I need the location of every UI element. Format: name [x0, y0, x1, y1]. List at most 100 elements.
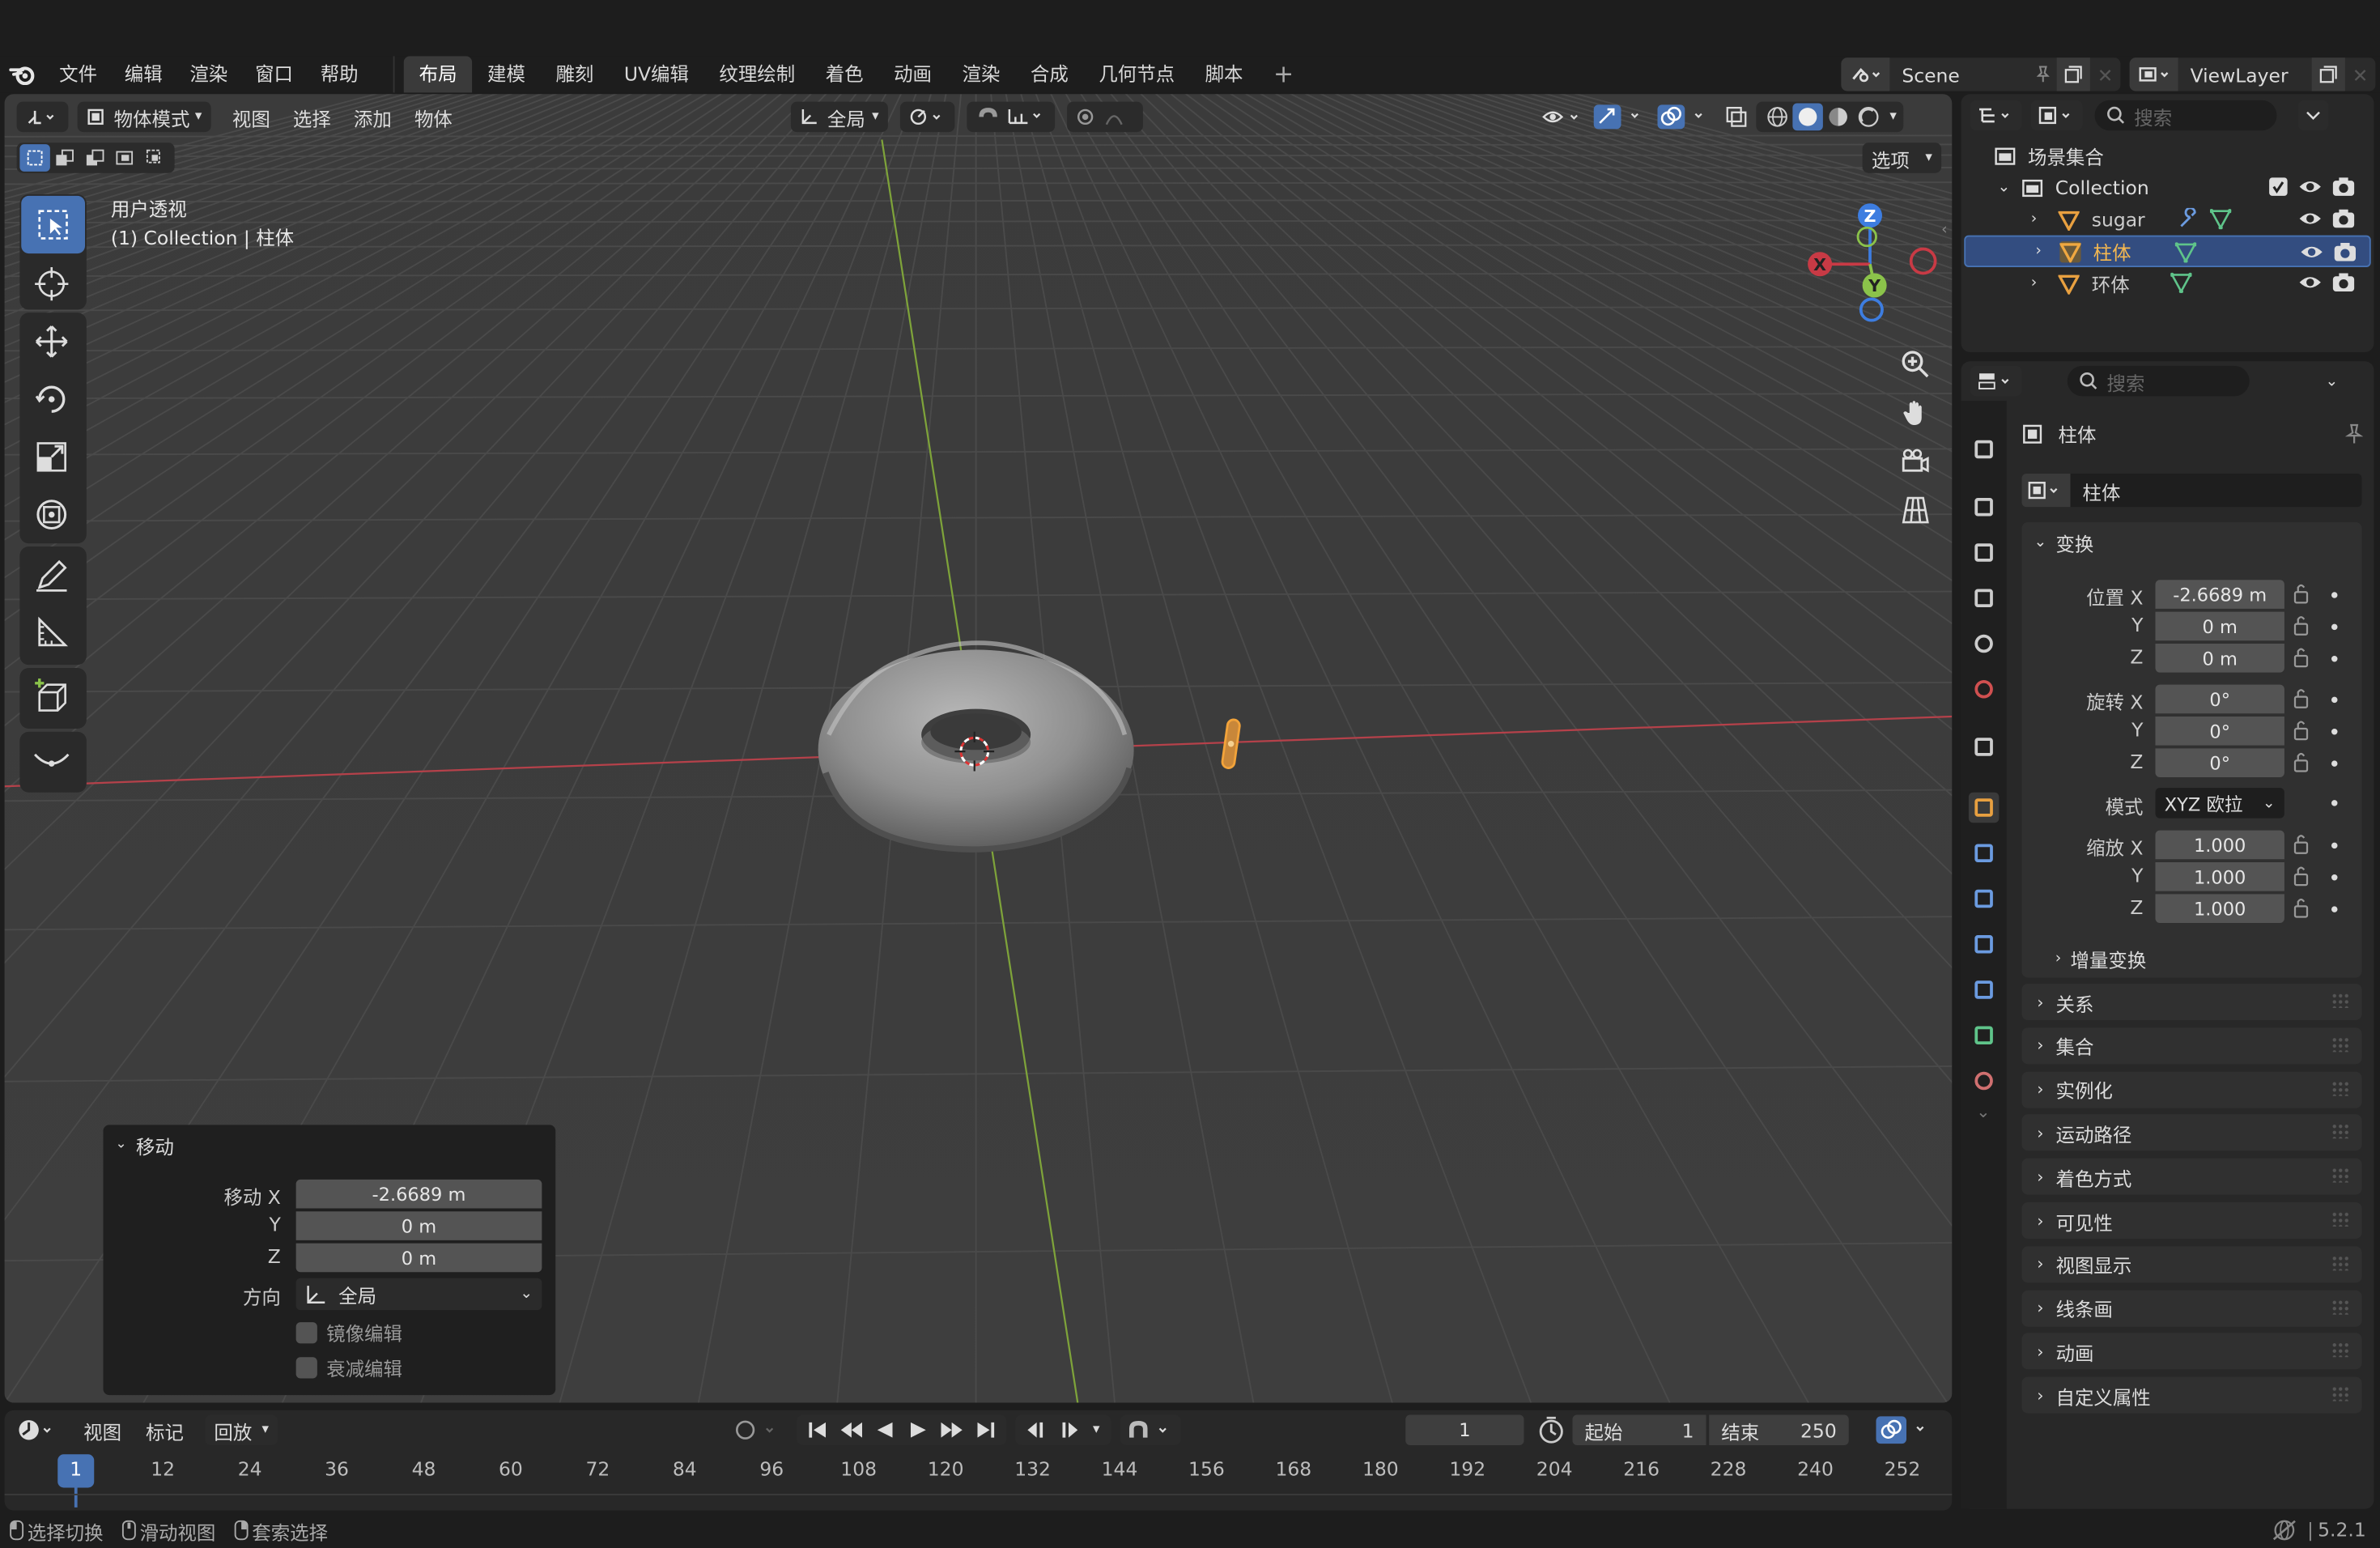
add-workspace-button[interactable]: + — [1258, 56, 1309, 92]
visibility-icon[interactable] — [1537, 108, 1589, 126]
solid-shading-icon[interactable] — [1792, 103, 1823, 131]
lock-icon[interactable] — [2292, 897, 2310, 918]
display-mode-selector[interactable] — [2030, 100, 2083, 131]
sidebar-toggle-icon[interactable]: ‹ — [1941, 222, 1948, 239]
panel-7[interactable]: › 线条画 — [2021, 1289, 2362, 1326]
select-intersect-icon[interactable] — [141, 149, 172, 168]
outliner-row-torus[interactable]: › 环体 — [1961, 267, 2374, 299]
cursor-tool[interactable] — [19, 255, 83, 313]
scene-name[interactable]: Scene — [1902, 63, 2029, 86]
lock-icon[interactable] — [2292, 751, 2310, 772]
rotation-y-field[interactable]: 0° — [2155, 717, 2284, 746]
mirror-edit-checkbox[interactable]: 镜像编辑 — [295, 1318, 402, 1347]
scale-z-field[interactable]: 1.000 — [2155, 894, 2284, 923]
drag-handle-icon[interactable] — [2331, 1299, 2350, 1314]
scale-tool[interactable] — [19, 428, 83, 486]
object-data-selector-icon[interactable] — [2021, 474, 2071, 508]
outliner-row-collection[interactable]: ⌄ Collection — [1961, 172, 2374, 203]
view-layer-tab[interactable] — [1969, 583, 2000, 614]
pin-icon[interactable] — [2344, 423, 2364, 444]
new-view-layer-icon[interactable] — [2311, 57, 2345, 91]
viewport-menu-select[interactable]: 选择 — [293, 103, 331, 132]
rotate-tool[interactable] — [19, 371, 83, 428]
wireframe-shading-icon[interactable] — [1762, 106, 1793, 127]
3d-viewport[interactable]: 物体模式 ▾ 视图 选择 添加 物体 全局 ▾ ▾ 选项 ▾ 用户透视 (1) … — [4, 94, 1953, 1403]
view-layer-name[interactable]: ViewLayer — [2191, 63, 2312, 86]
add-cube-tool[interactable] — [19, 668, 83, 725]
keyframe-dot-icon[interactable] — [2331, 592, 2338, 598]
panel-9[interactable]: › 自定义属性 — [2021, 1376, 2362, 1414]
transform-tool[interactable] — [19, 486, 83, 543]
chevron-down-icon[interactable]: ⌄ — [1976, 1102, 1990, 1121]
menu-help[interactable]: 帮助 — [307, 56, 372, 92]
editor-type-button[interactable] — [16, 101, 69, 133]
chevron-down-icon[interactable]: ⌄ — [2326, 372, 2339, 389]
operator-panel-header[interactable]: ⌄ 移动 — [104, 1125, 556, 1164]
panel-4[interactable]: › 着色方式 — [2021, 1158, 2362, 1195]
keyframe-dot-icon[interactable] — [2331, 800, 2338, 806]
mesh-data-icon[interactable] — [2170, 272, 2192, 293]
new-scene-icon[interactable] — [2056, 57, 2090, 91]
pan-hand-icon[interactable] — [1893, 389, 1938, 437]
tab-shading[interactable]: 着色 — [810, 56, 878, 92]
panel-5[interactable]: › 可见性 — [2021, 1202, 2362, 1239]
keyframe-dot-icon[interactable] — [2331, 656, 2338, 662]
delete-view-layer-icon[interactable]: ✕ — [2345, 63, 2376, 86]
move-tool[interactable] — [19, 313, 83, 370]
rotation-x-field[interactable]: 0° — [2155, 684, 2284, 714]
tab-rendering[interactable]: 渲染 — [947, 56, 1015, 92]
mesh-data-icon[interactable] — [2174, 241, 2197, 263]
drag-handle-icon[interactable] — [2331, 1036, 2350, 1052]
camera-icon[interactable] — [2331, 176, 2356, 198]
lock-icon[interactable] — [2292, 615, 2310, 636]
chevron-right-icon[interactable]: › — [2031, 274, 2059, 291]
properties-search[interactable]: 搜索 — [2067, 365, 2250, 397]
menu-window[interactable]: 窗口 — [241, 56, 307, 92]
timeline-ruler[interactable]: 12 24 36 48 60 72 84 96 108 120 132 144 156 168 180 192… — [5, 1410, 1953, 1511]
view-layer-icon[interactable] — [2129, 57, 2178, 91]
tab-animation[interactable]: 动画 — [878, 56, 946, 92]
scale-y-field[interactable]: 1.000 — [2155, 862, 2284, 891]
viewport-menu-view[interactable]: 视图 — [232, 103, 270, 132]
options-button[interactable]: 选项 ▾ — [1862, 142, 1942, 173]
lock-icon[interactable] — [2292, 720, 2310, 741]
rotation-mode-dropdown[interactable]: XYZ 欧拉 ⌄ — [2155, 788, 2284, 819]
chevron-down-icon[interactable]: ▾ — [1889, 109, 1896, 125]
tool-tab[interactable] — [1969, 434, 2000, 465]
keyframe-dot-icon[interactable] — [2331, 623, 2338, 631]
panel-1[interactable]: › 集合 — [2021, 1027, 2362, 1064]
keyframe-dot-icon[interactable] — [2331, 729, 2338, 735]
menu-file[interactable]: 文件 — [45, 56, 111, 92]
camera-icon[interactable] — [2331, 272, 2356, 293]
move-x-field[interactable]: -2.6689 m — [295, 1179, 542, 1209]
keyframe-dot-icon[interactable] — [2331, 696, 2338, 704]
collection-exclude-checkbox[interactable] — [2269, 177, 2288, 196]
world-tab[interactable] — [1969, 674, 2000, 705]
drag-handle-icon[interactable] — [2331, 1080, 2350, 1095]
drag-handle-icon[interactable] — [2331, 1211, 2350, 1227]
mesh-data-icon[interactable] — [2210, 208, 2232, 230]
annotate-tool[interactable] — [19, 546, 83, 604]
tab-uv-editing[interactable]: UV编辑 — [609, 56, 704, 92]
scale-x-field[interactable]: 1.000 — [2155, 830, 2284, 860]
camera-icon[interactable] — [2331, 208, 2356, 229]
mirror-checkbox-box[interactable] — [295, 1321, 317, 1343]
select-box-tool[interactable] — [21, 195, 85, 254]
orientation-dropdown[interactable]: 全局 ⌄ — [295, 1278, 542, 1311]
data-tab[interactable] — [1969, 1020, 2000, 1051]
particles-tab[interactable] — [1969, 883, 2000, 914]
filter-button[interactable] — [2297, 100, 2329, 131]
transform-panel-header[interactable]: ⌄ 变换 — [2022, 522, 2362, 562]
keyframe-dot-icon[interactable] — [2331, 874, 2338, 881]
properties-editor-type[interactable] — [1970, 365, 2022, 397]
drag-handle-icon[interactable] — [2331, 1167, 2350, 1183]
overlay-toggle-icon[interactable] — [1653, 104, 1717, 131]
location-y-field[interactable]: 0 m — [2155, 611, 2284, 641]
view-layer-selector[interactable]: ViewLayer ✕ — [2129, 57, 2376, 91]
tab-scripting[interactable]: 脚本 — [1190, 56, 1258, 92]
scene-selector[interactable]: Scene ✕ — [1841, 57, 2121, 91]
xray-toggle-icon[interactable] — [1717, 106, 1757, 127]
measure-tool[interactable] — [19, 604, 83, 661]
location-x-field[interactable]: -2.6689 m — [2155, 580, 2284, 609]
viewport-menu-add[interactable]: 添加 — [354, 103, 392, 132]
